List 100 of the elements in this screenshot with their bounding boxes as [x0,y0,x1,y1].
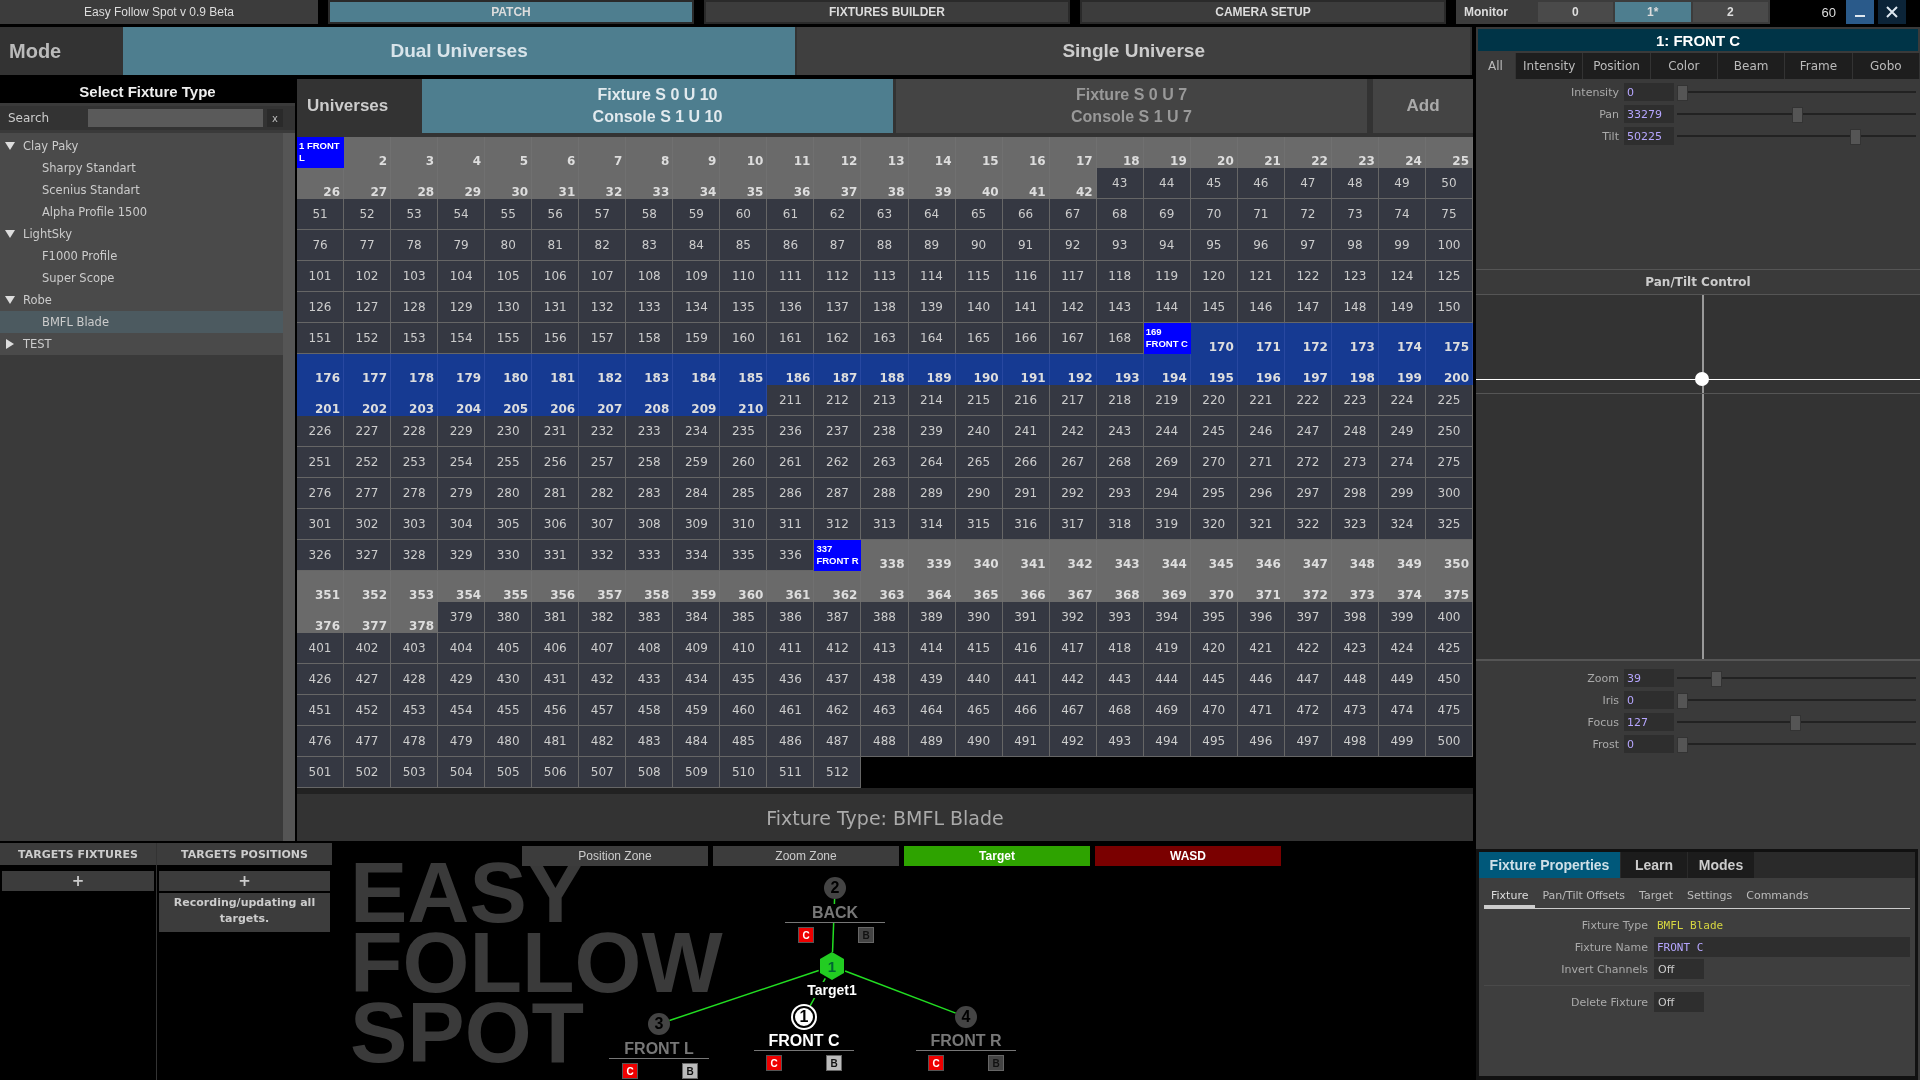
channel-cell[interactable]: 92 [1049,230,1097,261]
channel-cell[interactable]: 480 [485,726,533,757]
patched-cell[interactable]: 173 [1331,323,1379,354]
patched-cell[interactable]: 35 [720,168,768,199]
channel-cell[interactable]: 47 [1284,168,1332,199]
channel-cell[interactable]: 123 [1331,261,1379,292]
channel-cell[interactable]: 449 [1378,664,1426,695]
patched-cell[interactable]: 14 [908,137,956,168]
sub-tab[interactable]: Settings [1680,884,1740,908]
channel-cell[interactable]: 382 [579,602,627,633]
patched-cell[interactable]: 3 [391,137,439,168]
channel-cell[interactable]: 380 [485,602,533,633]
channel-cell[interactable]: 334 [673,540,721,571]
c-button[interactable]: C [799,928,813,942]
channel-cell[interactable]: 111 [767,261,815,292]
properties-tab[interactable]: Fixture Properties [1479,852,1620,878]
channel-cell[interactable]: 408 [626,633,674,664]
channel-cell[interactable]: 161 [767,323,815,354]
channel-cell[interactable]: 278 [391,478,439,509]
patched-cell[interactable]: 365 [955,571,1003,602]
slider-thumb[interactable] [1710,671,1722,687]
channel-cell[interactable]: 227 [344,416,392,447]
channel-cell[interactable]: 399 [1378,602,1426,633]
channel-cell[interactable]: 73 [1331,199,1379,230]
channel-cell[interactable]: 213 [861,385,909,416]
slider-thumb[interactable] [1791,107,1803,123]
channel-cell[interactable]: 494 [1143,726,1191,757]
channel-cell[interactable]: 473 [1331,695,1379,726]
patched-cell[interactable]: 366 [1002,571,1050,602]
channel-cell[interactable]: 271 [1237,447,1285,478]
channel-cell[interactable]: 409 [673,633,721,664]
channel-cell[interactable]: 56 [532,199,580,230]
monitor-button[interactable]: 2 [1692,2,1768,22]
patched-cell[interactable]: 204 [438,385,486,416]
channel-cell[interactable]: 384 [673,602,721,633]
channel-cell[interactable]: 510 [720,757,768,788]
channel-cell[interactable]: 464 [908,695,956,726]
channel-cell[interactable]: 507 [579,757,627,788]
channel-cell[interactable]: 268 [1096,447,1144,478]
channel-cell[interactable]: 289 [908,478,956,509]
channel-cell[interactable]: 166 [1002,323,1050,354]
channel-cell[interactable]: 60 [720,199,768,230]
channel-cell[interactable]: 119 [1143,261,1191,292]
channel-cell[interactable]: 275 [1425,447,1473,478]
channel-cell[interactable]: 248 [1331,416,1379,447]
patch-start-cell[interactable]: 1 FRONT L [297,137,345,168]
patched-cell[interactable]: 31 [532,168,580,199]
channel-cell[interactable]: 233 [626,416,674,447]
channel-cell[interactable]: 441 [1002,664,1050,695]
channel-cell[interactable]: 335 [720,540,768,571]
channel-cell[interactable]: 396 [1237,602,1285,633]
channel-cell[interactable]: 333 [626,540,674,571]
slider-thumb[interactable] [1677,85,1688,101]
channel-cell[interactable]: 331 [532,540,580,571]
patched-cell[interactable]: 203 [391,385,439,416]
patched-cell[interactable]: 176 [297,354,345,385]
channel-cell[interactable]: 121 [1237,261,1285,292]
patched-cell[interactable]: 356 [532,571,580,602]
channel-cell[interactable]: 443 [1096,664,1144,695]
channel-cell[interactable]: 505 [485,757,533,788]
patched-cell[interactable]: 193 [1096,354,1144,385]
channel-cell[interactable]: 144 [1143,292,1191,323]
slider-thumb[interactable] [1677,693,1688,709]
channel-cell[interactable]: 143 [1096,292,1144,323]
channel-cell[interactable]: 165 [955,323,1003,354]
channel-cell[interactable]: 392 [1049,602,1097,633]
patched-cell[interactable]: 361 [767,571,815,602]
patched-cell[interactable]: 42 [1049,168,1097,199]
patched-cell[interactable]: 30 [485,168,533,199]
tree-item[interactable]: F1000 Profile [0,245,283,267]
universe-button[interactable]: Fixture S 0 U 10 Console S 1 U 10 [422,79,893,133]
channel-cell[interactable]: 472 [1284,695,1332,726]
clear-button[interactable]: x [267,109,283,127]
channel-cell[interactable]: 260 [720,447,768,478]
patched-cell[interactable]: 5 [485,137,533,168]
zone-button[interactable]: WASD [1095,846,1281,866]
channel-cell[interactable]: 51 [297,199,345,230]
patched-cell[interactable]: 23 [1331,137,1379,168]
channel-cell[interactable]: 383 [626,602,674,633]
channel-cell[interactable]: 313 [861,509,909,540]
patched-cell[interactable]: 375 [1425,571,1473,602]
channel-cell[interactable]: 290 [955,478,1003,509]
channel-cell[interactable]: 499 [1378,726,1426,757]
channel-cell[interactable]: 145 [1190,292,1238,323]
channel-cell[interactable]: 463 [861,695,909,726]
channel-cell[interactable]: 48 [1331,168,1379,199]
patched-cell[interactable]: 343 [1096,540,1144,571]
channel-tab[interactable]: Position [1583,53,1651,79]
channel-cell[interactable]: 246 [1237,416,1285,447]
patched-cell[interactable]: 208 [626,385,674,416]
tree-group[interactable]: LightSky [0,223,283,245]
channel-cell[interactable]: 50 [1425,168,1473,199]
channel-cell[interactable]: 95 [1190,230,1238,261]
channel-cell[interactable]: 64 [908,199,956,230]
tree-item[interactable]: Sharpy Standart [0,157,283,179]
name-field[interactable]: FRONT C [1654,937,1910,957]
channel-cell[interactable]: 299 [1378,478,1426,509]
channel-cell[interactable]: 401 [297,633,345,664]
channel-cell[interactable]: 509 [673,757,721,788]
channel-cell[interactable]: 469 [1143,695,1191,726]
